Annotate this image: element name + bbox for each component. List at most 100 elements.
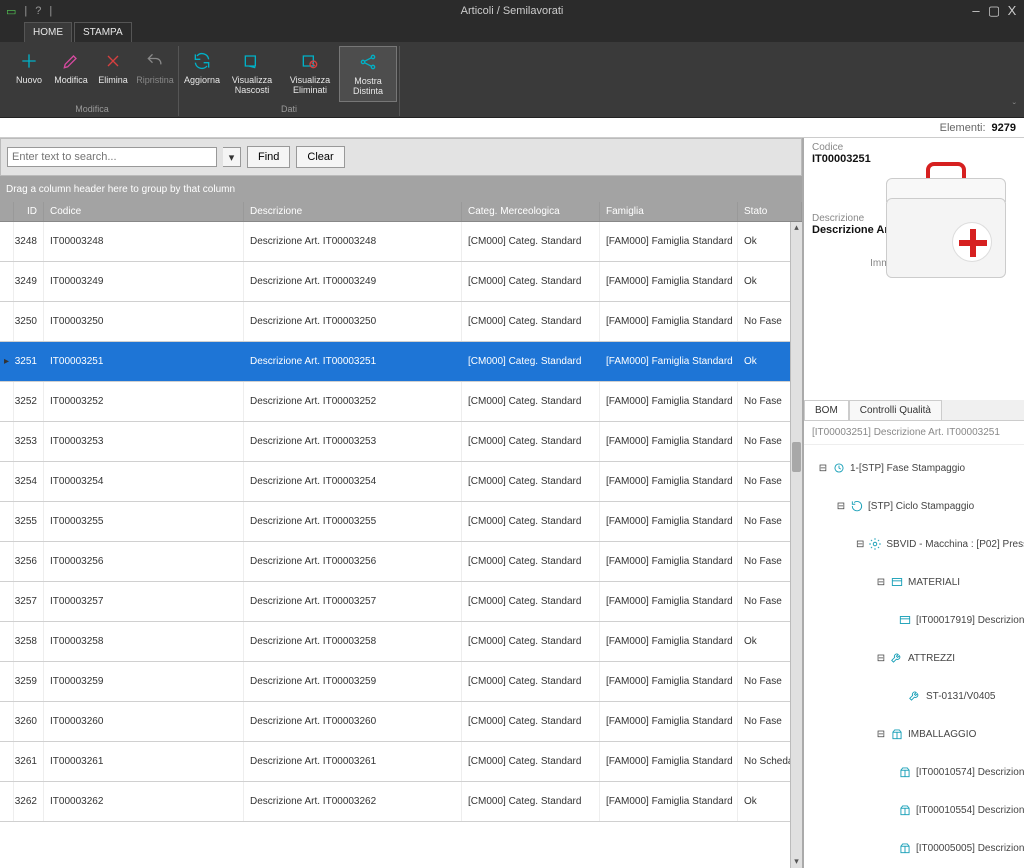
col-descrizione[interactable]: Descrizione <box>244 202 462 221</box>
count-bar: Immagine Elementi: 9279 <box>0 118 1024 138</box>
table-row[interactable]: 3249IT00003249Descrizione Art. IT0000324… <box>0 262 802 302</box>
col-stato[interactable]: Stato <box>738 202 802 221</box>
maximize-icon[interactable]: ▢ <box>986 3 1002 19</box>
cell-codice: IT00003258 <box>44 622 244 661</box>
scrollbar-vertical[interactable]: ▴ ▾ <box>790 222 802 868</box>
minimize-icon[interactable]: – <box>968 3 984 19</box>
tab-stampa[interactable]: STAMPA <box>74 22 132 42</box>
cell-codice: IT00003249 <box>44 262 244 301</box>
tree-node[interactable]: [IT00010554] Descrizione Art. IT00010554 <box>806 791 1022 829</box>
elimina-label: Elimina <box>98 76 128 86</box>
cell-codice: IT00003261 <box>44 742 244 781</box>
tree-node[interactable]: [IT00017919] Descrizione Art. IT00017919 <box>806 601 1022 639</box>
cell-id: 3254 <box>14 462 44 501</box>
cell-descrizione: Descrizione Art. IT00003258 <box>244 622 462 661</box>
cell-categoria: [CM000] Categ. Standard <box>462 302 600 341</box>
cell-codice: IT00003256 <box>44 542 244 581</box>
visualizza-nascosti-button[interactable]: Visualizza Nascosti <box>223 46 281 102</box>
ribbon-collapse-icon[interactable]: ˇ <box>1013 102 1016 113</box>
tree-node[interactable]: ⊟ MATERIALI <box>806 563 1022 601</box>
cell-descrizione: Descrizione Art. IT00003251 <box>244 342 462 381</box>
cell-famiglia: [FAM000] Famiglia Standard <box>600 742 738 781</box>
search-dropdown-icon[interactable]: ▾ <box>223 147 241 167</box>
ripristina-button[interactable]: Ripristina <box>134 46 176 102</box>
tree-node[interactable]: [IT00005005] Descrizione Art. IT00005005 <box>806 829 1022 867</box>
visualizza-eliminati-button[interactable]: Visualizza Eliminati <box>281 46 339 102</box>
tree-toggle-icon[interactable]: ⊟ <box>876 653 886 664</box>
tool-icon <box>890 651 904 665</box>
table-row[interactable]: 3262IT00003262Descrizione Art. IT0000326… <box>0 782 802 822</box>
table-row[interactable]: ▸3251IT00003251Descrizione Art. IT000032… <box>0 342 802 382</box>
tree-toggle-icon[interactable]: ⊟ <box>876 729 886 740</box>
search-input[interactable] <box>7 147 217 167</box>
tree-node[interactable]: ST-0131/V0405 <box>806 677 1022 715</box>
mostra-distinta-button[interactable]: Mostra Distinta <box>339 46 397 102</box>
tree-node[interactable]: ⊟ATTREZZI <box>806 639 1022 677</box>
table-row[interactable]: 3258IT00003258Descrizione Art. IT0000325… <box>0 622 802 662</box>
col-categoria[interactable]: Categ. Merceologica <box>462 202 600 221</box>
nuovo-button[interactable]: Nuovo <box>8 46 50 102</box>
count-label: Elementi: <box>940 122 986 134</box>
tree-toggle-icon[interactable]: ⊟ <box>818 463 828 474</box>
table-row[interactable]: 3256IT00003256Descrizione Art. IT0000325… <box>0 542 802 582</box>
tree-node-label: ST-0131/V0405 <box>926 691 996 702</box>
row-indicator <box>0 742 14 781</box>
table-row[interactable]: 3261IT00003261Descrizione Art. IT0000326… <box>0 742 802 782</box>
scroll-up-icon[interactable]: ▴ <box>791 222 802 234</box>
tree-toggle-icon[interactable]: ⊟ <box>876 577 886 588</box>
tree-toggle-icon[interactable]: ⊟ <box>836 501 846 512</box>
tab-controlli-qualita[interactable]: Controlli Qualità <box>849 400 942 420</box>
cell-id: 3258 <box>14 622 44 661</box>
col-id[interactable]: ID <box>14 202 44 221</box>
table-row[interactable]: 3259IT00003259Descrizione Art. IT0000325… <box>0 662 802 702</box>
tree-node[interactable]: ⊟SBVID - Macchina : [P02] Pressa 2 <box>806 525 1022 563</box>
scroll-thumb[interactable] <box>792 442 801 472</box>
titlebar: ▭ | ? | Articoli / Semilavorati – ▢ X <box>0 0 1024 22</box>
cell-famiglia: [FAM000] Famiglia Standard <box>600 702 738 741</box>
cell-categoria: [CM000] Categ. Standard <box>462 462 600 501</box>
row-indicator <box>0 262 14 301</box>
table-row[interactable]: 3255IT00003255Descrizione Art. IT0000325… <box>0 502 802 542</box>
modifica-button[interactable]: Modifica <box>50 46 92 102</box>
find-button[interactable]: Find <box>247 146 290 168</box>
tree-node-label: MATERIALI <box>908 577 960 588</box>
cell-categoria: [CM000] Categ. Standard <box>462 542 600 581</box>
scroll-down-icon[interactable]: ▾ <box>791 856 802 868</box>
bom-title: [IT00003251] Descrizione Art. IT00003251 <box>804 421 1024 445</box>
aggiorna-button[interactable]: Aggiorna <box>181 46 223 102</box>
table-row[interactable]: 3257IT00003257Descrizione Art. IT0000325… <box>0 582 802 622</box>
cell-codice: IT00003260 <box>44 702 244 741</box>
phase-icon <box>832 461 846 475</box>
table-row[interactable]: 3254IT00003254Descrizione Art. IT0000325… <box>0 462 802 502</box>
cell-codice: IT00003253 <box>44 422 244 461</box>
tree-node-label: [IT00005005] Descrizione Art. IT00005005 <box>916 843 1024 854</box>
tree-node[interactable]: ⊟1-[STP] Fase Stampaggio <box>806 449 1022 487</box>
tab-bom[interactable]: BOM <box>804 400 849 420</box>
clear-button[interactable]: Clear <box>296 146 344 168</box>
cell-descrizione: Descrizione Art. IT00003261 <box>244 742 462 781</box>
cell-codice: IT00003251 <box>44 342 244 381</box>
close-icon[interactable]: X <box>1004 3 1020 19</box>
tree-node[interactable]: ⊟IMBALLAGGIO <box>806 715 1022 753</box>
cell-famiglia: [FAM000] Famiglia Standard <box>600 422 738 461</box>
help-icon[interactable]: ? <box>35 5 41 17</box>
col-famiglia[interactable]: Famiglia <box>600 202 738 221</box>
cell-id: 3249 <box>14 262 44 301</box>
cell-id: 3250 <box>14 302 44 341</box>
table-row[interactable]: 3248IT00003248Descrizione Art. IT0000324… <box>0 222 802 262</box>
tree-toggle-icon[interactable]: ⊟ <box>856 539 864 550</box>
table-row[interactable]: 3250IT00003250Descrizione Art. IT0000325… <box>0 302 802 342</box>
elimina-button[interactable]: Elimina <box>92 46 134 102</box>
col-codice[interactable]: Codice <box>44 202 244 221</box>
cell-categoria: [CM000] Categ. Standard <box>462 582 600 621</box>
tab-home[interactable]: HOME <box>24 22 72 42</box>
cycle-icon <box>850 499 864 513</box>
table-row[interactable]: 3252IT00003252Descrizione Art. IT0000325… <box>0 382 802 422</box>
tree-node-label: [IT00010554] Descrizione Art. IT00010554 <box>916 805 1024 816</box>
group-by-hint[interactable]: Drag a column header here to group by th… <box>0 176 802 202</box>
tree-node[interactable]: ⊟[STP] Ciclo Stampaggio <box>806 487 1022 525</box>
table-row[interactable]: 3253IT00003253Descrizione Art. IT0000325… <box>0 422 802 462</box>
table-row[interactable]: 3260IT00003260Descrizione Art. IT0000326… <box>0 702 802 742</box>
cell-famiglia: [FAM000] Famiglia Standard <box>600 382 738 421</box>
tree-node[interactable]: [IT00010574] Descrizione Art. IT00010574 <box>806 753 1022 791</box>
